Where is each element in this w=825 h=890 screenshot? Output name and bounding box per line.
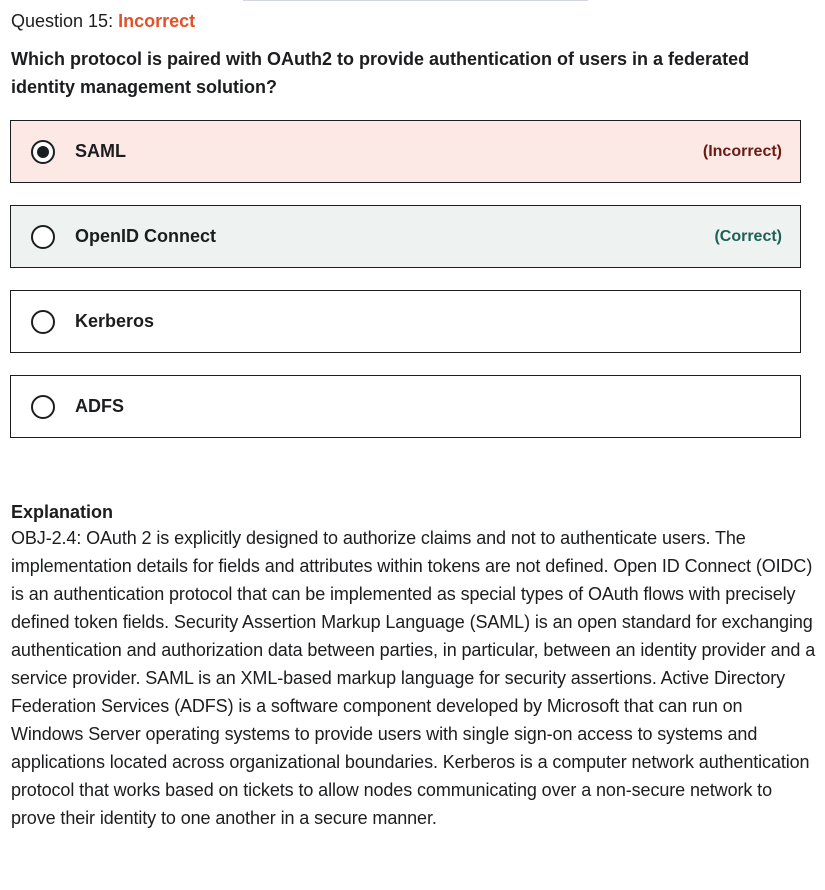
question-header: Question 15: Incorrect	[11, 9, 195, 33]
answer-label: ADFS	[75, 396, 124, 416]
answer-label: Kerberos	[75, 311, 155, 331]
answer-option-adfs[interactable]: ADFS	[10, 375, 801, 438]
radio-dot-icon	[37, 146, 49, 158]
radio-button[interactable]	[31, 310, 55, 334]
result-status: Incorrect	[118, 11, 196, 31]
radio-button[interactable]	[31, 395, 55, 419]
answer-label: OpenID Connect	[75, 226, 217, 246]
radio-button[interactable]	[31, 225, 55, 249]
correct-badge: (Correct)	[714, 228, 782, 245]
incorrect-badge: (Incorrect)	[702, 143, 782, 160]
answer-label: SAML	[75, 141, 126, 161]
explanation-title: Explanation	[11, 502, 114, 522]
explanation-body: OBJ-2.4: OAuth 2 is explicitly designed …	[11, 528, 816, 828]
question-text: Which protocol is paired with OAuth2 to …	[11, 49, 750, 97]
answer-option-openid-connect[interactable]: OpenID Connect (Correct)	[10, 205, 801, 268]
answer-option-saml[interactable]: SAML (Incorrect)	[10, 120, 801, 183]
top-divider	[243, 0, 588, 1]
answer-option-kerberos[interactable]: Kerberos	[10, 290, 801, 353]
radio-button-selected[interactable]	[31, 140, 55, 164]
question-number: Question 15:	[11, 11, 114, 31]
